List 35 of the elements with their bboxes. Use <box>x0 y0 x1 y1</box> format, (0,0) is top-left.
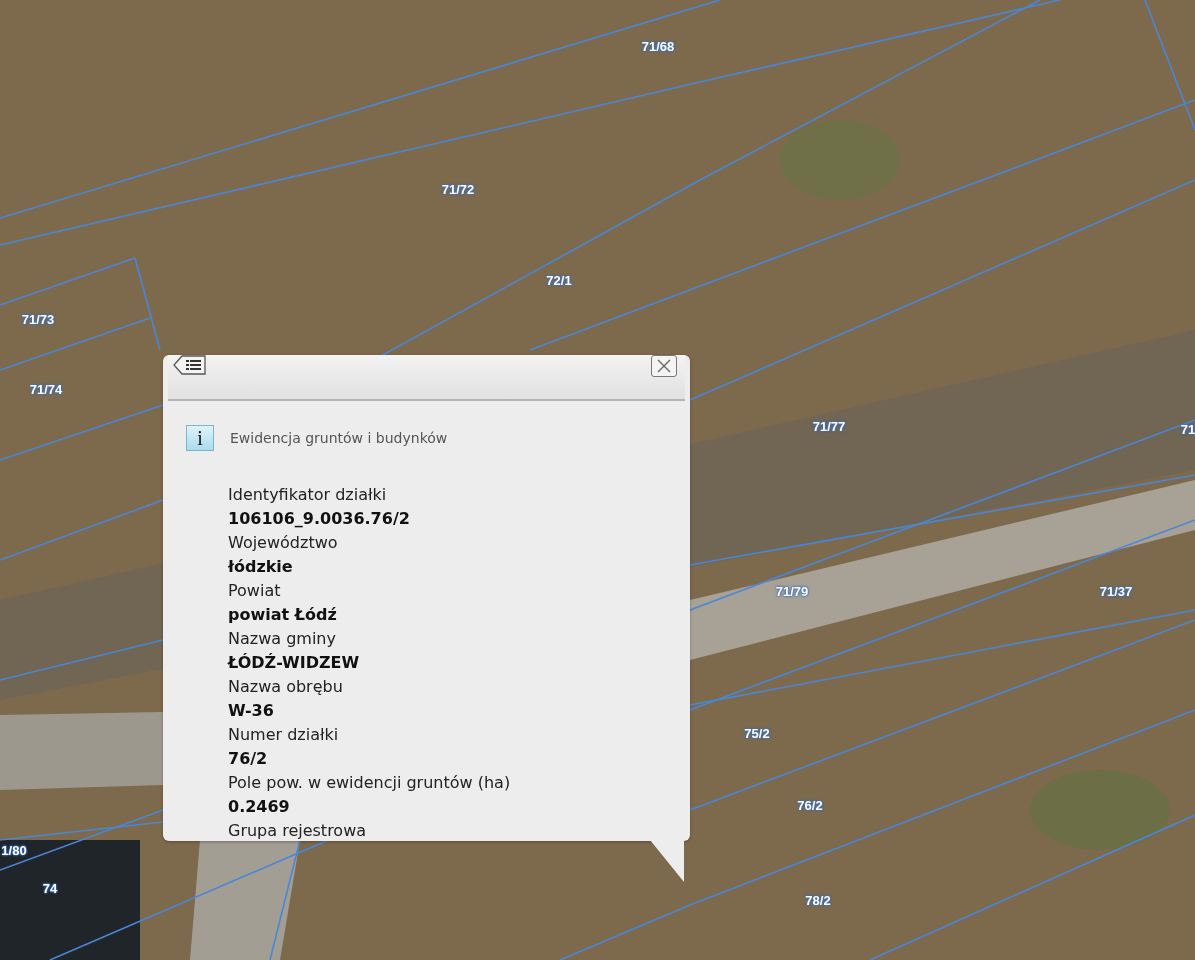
field-label: Numer działki <box>228 724 340 746</box>
field-label: Pole pow. w ewidencji gruntów (ha) <box>228 772 512 794</box>
parcel-number-label: 71 <box>1180 421 1195 437</box>
field-value: 76/2 <box>228 748 269 770</box>
parcel-number-label: 71/68 <box>641 38 675 54</box>
field-label: Nazwa gminy <box>228 628 337 650</box>
field-value: 106106_9.0036.76/2 <box>228 508 411 530</box>
field-value: ŁÓDŹ-WIDZEW <box>228 652 361 674</box>
field-label: Identyfikator działki <box>228 484 388 506</box>
section-title: Ewidencja gruntów i budynków <box>230 430 448 446</box>
field-value: powiat Łódź <box>228 604 338 626</box>
parcel-number-label: 72/1 <box>546 272 572 288</box>
parcel-number-label: 76/2 <box>797 797 823 813</box>
parcel-number-label: 78/2 <box>805 892 831 908</box>
close-button[interactable] <box>651 355 677 377</box>
parcel-number-label: 71/73 <box>21 311 55 327</box>
field-value: łódzkie <box>228 556 294 578</box>
close-icon <box>657 359 671 373</box>
info-icon: i <box>186 425 214 451</box>
parcel-number-label: 71/72 <box>441 181 475 197</box>
field-value: 0.2469 <box>228 796 291 818</box>
list-back-button[interactable] <box>173 355 207 375</box>
parcel-number-label: 71/77 <box>812 418 846 434</box>
parcel-number-label: 71/79 <box>775 583 809 599</box>
list-icon <box>173 355 207 375</box>
parcel-number-label: 74 <box>42 880 58 896</box>
field-label: Grupa rejestrowa <box>228 820 368 841</box>
field-label: Powiat <box>228 580 282 602</box>
field-value: W-36 <box>228 700 275 722</box>
parcel-number-label: 71/37 <box>1099 583 1133 599</box>
parcel-number-label: 1/80 <box>1 842 27 858</box>
field-label: Nazwa obrębu <box>228 676 344 698</box>
parcel-number-label: 71/74 <box>29 381 63 397</box>
field-label: Województwo <box>228 532 339 554</box>
parcel-number-label: 75/2 <box>744 725 770 741</box>
